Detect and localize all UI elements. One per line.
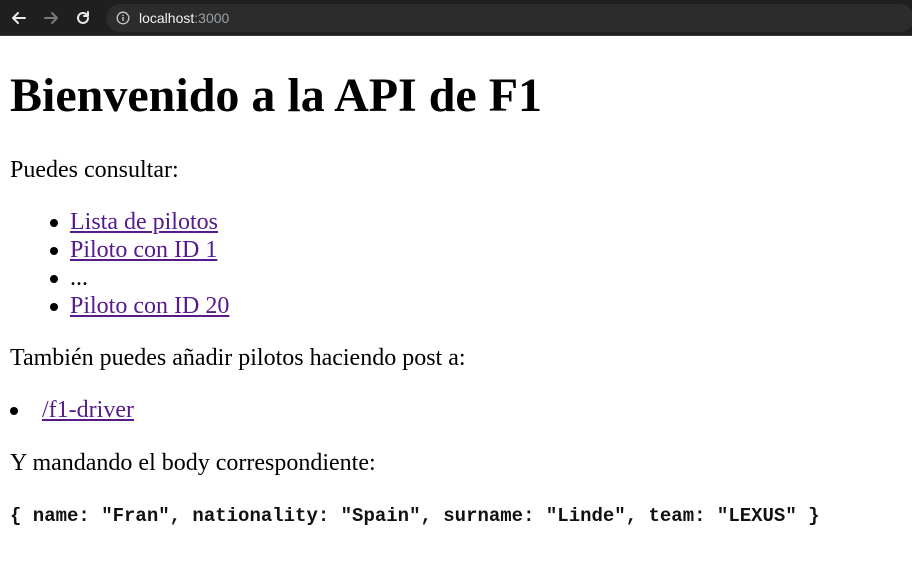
post-intro-text: También puedes añadir pilotos haciendo p… bbox=[10, 345, 466, 371]
url-port: :3000 bbox=[194, 10, 230, 26]
list-item: Piloto con ID 20 bbox=[49, 292, 229, 320]
body-example-code: { name: "Fran", nationality: "Spain", su… bbox=[10, 505, 820, 527]
arrow-right-icon[interactable] bbox=[41, 8, 61, 28]
page-title: Bienvenido a la API de F1 bbox=[10, 69, 543, 122]
ellipsis-text: ... bbox=[70, 265, 88, 291]
list-item: Lista de pilotos bbox=[49, 208, 229, 236]
link-f1-driver[interactable]: /f1-driver bbox=[42, 397, 134, 423]
post-endpoint-list: /f1-driver bbox=[10, 396, 134, 424]
body-intro-text: Y mandando el body correspondiente: bbox=[10, 450, 376, 476]
address-bar[interactable]: localhost:3000 bbox=[106, 4, 912, 32]
browser-toolbar: localhost:3000 bbox=[0, 0, 912, 36]
arrow-left-icon[interactable] bbox=[9, 8, 29, 28]
list-item: /f1-driver bbox=[10, 396, 134, 424]
url-host: localhost bbox=[139, 10, 195, 26]
link-drivers-list[interactable]: Lista de pilotos bbox=[70, 209, 218, 235]
reload-icon[interactable] bbox=[73, 8, 93, 28]
info-icon[interactable] bbox=[116, 11, 130, 25]
list-item: Piloto con ID 1 bbox=[49, 236, 229, 264]
link-driver-1[interactable]: Piloto con ID 1 bbox=[70, 237, 217, 263]
list-item: ... bbox=[49, 264, 229, 292]
intro-text: Puedes consultar: bbox=[10, 157, 179, 183]
link-driver-20[interactable]: Piloto con ID 20 bbox=[70, 293, 229, 319]
endpoint-list: Lista de pilotos Piloto con ID 1 ... Pil… bbox=[49, 208, 229, 320]
